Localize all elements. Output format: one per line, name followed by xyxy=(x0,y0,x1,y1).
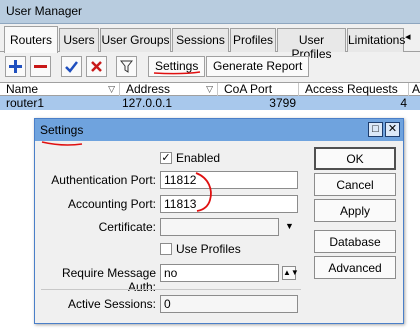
column-header-address[interactable]: Address ▽ xyxy=(120,83,218,96)
certificate-select[interactable] xyxy=(160,218,279,236)
auth-port-field[interactable]: 11812 xyxy=(160,171,298,189)
tab-sessions[interactable]: Sessions xyxy=(172,28,229,52)
apply-button[interactable]: Apply xyxy=(314,199,396,222)
dialog-title-bar[interactable]: Settings □ ✕ xyxy=(35,119,403,141)
filter-icon xyxy=(120,60,133,73)
use-profiles-label: Use Profiles xyxy=(176,242,241,256)
tab-user-groups[interactable]: User Groups xyxy=(100,28,171,52)
tab-users[interactable]: Users xyxy=(59,28,99,52)
check-icon xyxy=(65,61,78,73)
active-sessions-field: 0 xyxy=(160,295,298,313)
filter-button[interactable] xyxy=(116,56,137,77)
require-msg-auth-select[interactable]: no xyxy=(160,264,279,282)
minus-icon xyxy=(34,65,47,68)
column-header-name[interactable]: Name ▽ xyxy=(0,83,120,96)
disable-button[interactable] xyxy=(86,56,107,77)
settings-button[interactable]: Settings xyxy=(148,56,206,77)
tab-bar: Routers Users User Groups Sessions Profi… xyxy=(0,26,420,61)
dialog-title: Settings xyxy=(40,123,84,137)
enabled-checkbox[interactable]: ✓ xyxy=(160,152,172,164)
tab-profiles[interactable]: Profiles xyxy=(230,28,276,52)
acct-port-label: Accounting Port: xyxy=(67,197,156,211)
cell-access-requests: 4 xyxy=(400,96,407,110)
table-row[interactable]: router1 127.0.0.1 3799 4 xyxy=(0,96,420,110)
settings-dialog: Settings □ ✕ ✓ Enabled Authentication Po… xyxy=(34,118,404,324)
window-title: User Manager xyxy=(0,0,420,24)
cell-address: 127.0.0.1 xyxy=(122,96,173,110)
toolbar: Settings Generate Report xyxy=(0,53,420,81)
sort-arrow-icon: ▽ xyxy=(108,84,115,94)
tab-routers[interactable]: Routers xyxy=(4,26,58,53)
column-header-truncated[interactable]: A xyxy=(409,83,420,96)
ok-button[interactable]: OK xyxy=(314,147,396,170)
tab-user-profiles[interactable]: User Profiles xyxy=(277,28,346,61)
sort-arrow-icon: ▽ xyxy=(206,84,213,94)
enabled-label: Enabled xyxy=(176,151,221,165)
table-header: Name ▽ Address ▽ CoA Port Access Requests … xyxy=(0,82,420,96)
use-profiles-checkbox[interactable] xyxy=(160,243,172,255)
cell-coa-port: 3799 xyxy=(269,96,296,110)
column-header-access-requests[interactable]: Access Requests xyxy=(299,83,409,96)
active-sessions-label: Active Sessions: xyxy=(67,297,156,311)
tab-limitations[interactable]: Limitations xyxy=(347,28,405,52)
separator xyxy=(41,289,301,290)
certificate-label: Certificate: xyxy=(98,220,156,234)
cancel-button[interactable]: Cancel xyxy=(314,173,396,196)
close-icon[interactable]: ✕ xyxy=(385,122,400,137)
acct-port-field[interactable]: 11813 xyxy=(160,195,298,213)
add-button[interactable] xyxy=(5,56,26,77)
maximize-icon[interactable]: □ xyxy=(368,122,383,137)
generate-report-button[interactable]: Generate Report xyxy=(206,56,310,77)
auth-port-label: Authentication Port: xyxy=(51,173,156,187)
column-header-coa-port[interactable]: CoA Port xyxy=(218,83,299,96)
cross-icon xyxy=(91,61,102,72)
select-spinner-icon[interactable]: ▲▼ xyxy=(282,266,299,280)
plus-icon xyxy=(9,60,22,73)
advanced-button[interactable]: Advanced xyxy=(314,256,396,279)
cell-name: router1 xyxy=(6,96,45,110)
dropdown-arrow-icon[interactable]: ▼ xyxy=(285,221,294,231)
remove-button[interactable] xyxy=(30,56,51,77)
database-button[interactable]: Database xyxy=(314,230,396,253)
tab-scroll-arrow-icon[interactable]: ◂ xyxy=(405,30,419,50)
enable-button[interactable] xyxy=(61,56,82,77)
